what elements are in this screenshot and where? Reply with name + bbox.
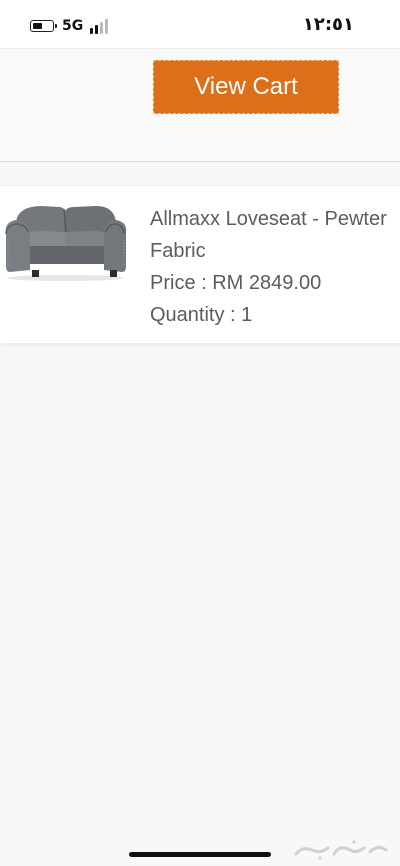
battery-icon [30,20,57,32]
status-time: ١٢:٥١ [302,14,354,35]
cart-header: View Cart [0,49,400,162]
haraj-watermark-logo [294,840,388,860]
view-cart-button[interactable]: View Cart [153,60,339,114]
product-details: Allmaxx Loveseat - Pewter Fabric Price :… [150,203,400,331]
product-name[interactable]: Allmaxx Loveseat - Pewter [150,203,400,235]
home-indicator[interactable] [129,852,271,857]
signal-icon [90,18,110,34]
status-bar: 5G ١٢:٥١ [0,0,400,49]
product-name-continued: Fabric [150,240,206,262]
product-price: Price : RM 2849.00 [150,272,322,294]
product-quantity: Quantity : 1 [150,304,253,326]
network-type: 5G [62,18,84,34]
product-image [5,206,127,281]
cart-item[interactable]: Allmaxx Loveseat - Pewter Fabric Price :… [0,185,400,343]
battery-level [32,22,43,29]
battery-nub [55,23,57,28]
